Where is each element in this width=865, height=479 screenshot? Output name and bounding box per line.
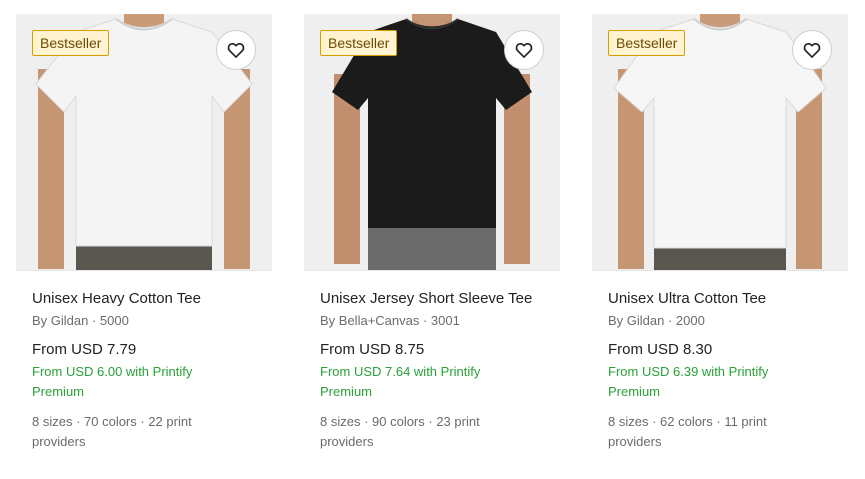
product-grid: Bestseller Unisex Heavy Cotton Tee By Gi…	[0, 0, 865, 479]
product-specs: 8 sizes · 62 colors · 11 print providers	[608, 414, 767, 449]
product-info: Unisex Heavy Cotton Tee By Gildan · 5000…	[16, 271, 272, 452]
product-brand: By Gildan · 5000	[32, 313, 129, 328]
bestseller-badge: Bestseller	[608, 30, 686, 56]
product-specs: 8 sizes · 70 colors · 22 print providers	[32, 414, 192, 449]
favorite-button[interactable]	[504, 30, 544, 70]
product-info: Unisex Ultra Cotton Tee By Gildan · 2000…	[592, 271, 848, 452]
product-title[interactable]: Unisex Heavy Cotton Tee	[32, 289, 256, 309]
heart-outline-icon	[515, 42, 533, 58]
product-info: Unisex Jersey Short Sleeve Tee By Bella+…	[304, 271, 560, 452]
product-image[interactable]: Bestseller	[592, 14, 848, 271]
product-specs: 8 sizes · 90 colors · 23 print providers	[320, 414, 480, 449]
product-brand: By Gildan · 2000	[608, 313, 705, 328]
product-price: From USD 7.79	[32, 341, 137, 358]
premium-price: From USD 6.00 with Printify Premium	[32, 364, 193, 399]
product-title[interactable]: Unisex Ultra Cotton Tee	[608, 289, 832, 309]
premium-price: From USD 6.39 with Printify Premium	[608, 364, 769, 399]
product-title[interactable]: Unisex Jersey Short Sleeve Tee	[320, 289, 544, 309]
heart-outline-icon	[803, 42, 821, 58]
product-card[interactable]: Bestseller Unisex Ultra Cotton Tee By Gi…	[592, 14, 848, 452]
bestseller-badge: Bestseller	[320, 30, 398, 56]
product-card[interactable]: Bestseller Unisex Jersey Short Sleeve Te…	[304, 14, 560, 452]
bestseller-badge: Bestseller	[32, 30, 110, 56]
heart-outline-icon	[227, 42, 245, 58]
favorite-button[interactable]	[216, 30, 256, 70]
product-card[interactable]: Bestseller Unisex Heavy Cotton Tee By Gi…	[16, 14, 272, 452]
premium-price: From USD 7.64 with Printify Premium	[320, 364, 481, 399]
product-price: From USD 8.75	[320, 341, 425, 358]
favorite-button[interactable]	[792, 30, 832, 70]
product-price: From USD 8.30	[608, 341, 713, 358]
product-image[interactable]: Bestseller	[304, 14, 560, 271]
product-image[interactable]: Bestseller	[16, 14, 272, 271]
product-brand: By Bella+Canvas · 3001	[320, 313, 460, 328]
